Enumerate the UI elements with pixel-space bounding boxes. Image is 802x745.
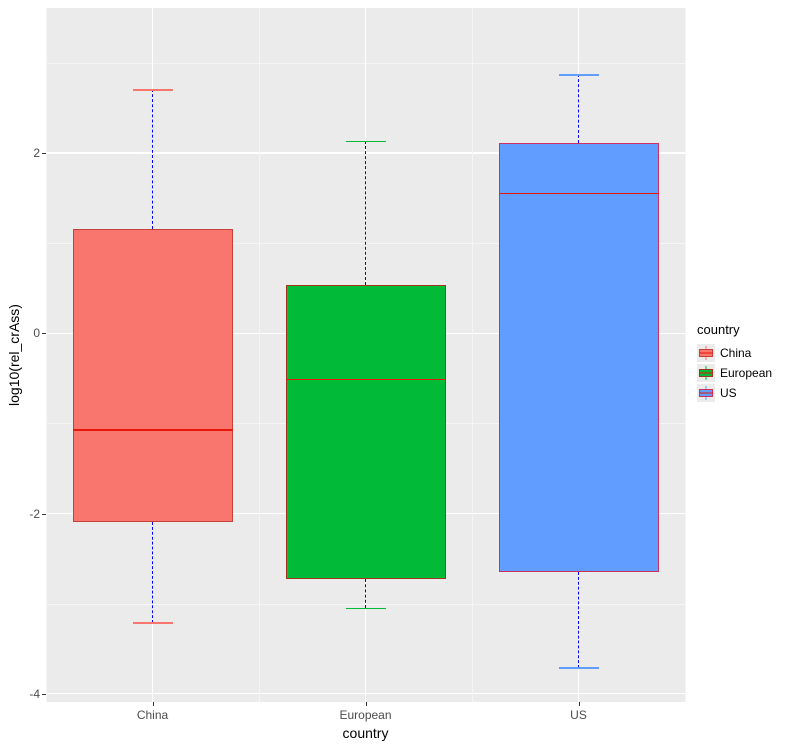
legend-key-icon — [697, 344, 715, 362]
legend-label: China — [720, 346, 751, 360]
tick-mark — [42, 694, 46, 695]
legend-key-icon — [697, 384, 715, 402]
whisker-cap-european — [346, 608, 386, 610]
median-us — [499, 193, 659, 194]
gridline-minor — [685, 8, 686, 702]
whisker-upper-european — [365, 141, 366, 285]
legend-key-icon — [697, 364, 715, 382]
legend: country China European US — [697, 322, 772, 403]
tick-mark — [42, 153, 46, 154]
legend-label: European — [720, 366, 772, 380]
whisker-lower-european — [365, 579, 366, 609]
whisker-cap-us — [559, 667, 599, 669]
y-tick-label: -2 — [29, 507, 40, 521]
box-china — [73, 229, 233, 522]
tick-mark — [366, 702, 367, 706]
gridline-minor — [259, 8, 260, 702]
chart-figure: -4 -2 0 2 China European US country log1… — [0, 0, 802, 745]
whisker-upper-us — [578, 74, 579, 143]
whisker-cap-china — [133, 89, 173, 91]
gridline-minor — [46, 8, 47, 702]
x-tick-label: China — [137, 708, 168, 722]
gridline-minor — [472, 8, 473, 702]
legend-item-us: US — [697, 383, 772, 403]
tick-mark — [579, 702, 580, 706]
legend-item-china: China — [697, 343, 772, 363]
box-european — [286, 285, 446, 579]
legend-title: country — [697, 322, 772, 337]
whisker-cap-european — [346, 141, 386, 143]
tick-mark — [42, 333, 46, 334]
legend-item-european: European — [697, 363, 772, 383]
x-tick-label: US — [570, 708, 587, 722]
whisker-cap-china — [133, 622, 173, 624]
whisker-upper-china — [152, 89, 153, 229]
x-axis-title: country — [343, 725, 389, 741]
whisker-cap-us — [559, 74, 599, 76]
y-axis-title: log10(rel_crAss) — [6, 304, 22, 406]
x-tick-label: European — [339, 708, 391, 722]
box-us — [499, 143, 659, 572]
legend-label: US — [720, 386, 737, 400]
median-china — [73, 429, 233, 430]
whisker-lower-china — [152, 522, 153, 623]
y-tick-label: 2 — [33, 146, 40, 160]
y-tick-label: 0 — [33, 326, 40, 340]
whisker-lower-us — [578, 572, 579, 668]
tick-mark — [153, 702, 154, 706]
median-european — [286, 379, 446, 380]
tick-mark — [42, 514, 46, 515]
y-tick-label: -4 — [29, 687, 40, 701]
